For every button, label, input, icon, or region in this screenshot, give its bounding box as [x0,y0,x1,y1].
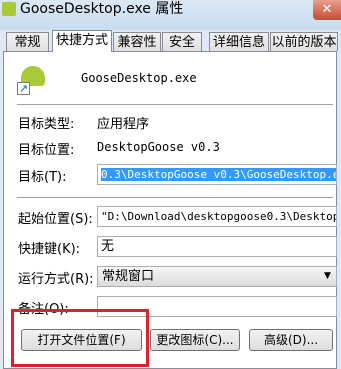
hotkey-label: 快捷键(K): [18,242,81,257]
chevron-down-icon: ▼ [324,271,331,281]
divider [17,197,333,198]
advanced-button[interactable]: 高级(D)... [249,329,333,351]
tab-security[interactable]: 安全 [162,32,202,51]
target-label: 目标(T): [18,170,67,185]
target-location-label: 目标位置: [18,143,75,158]
run-select-value: 常规窗口 [102,269,155,284]
title-bar[interactable]: GooseDesktop.exe 属性 ✕ [0,0,341,30]
target-type-label: 目标类型: [18,117,75,132]
window-title: GooseDesktop.exe 属性 [20,1,184,17]
goose-app-icon-large: ↗ [17,64,49,96]
tab-shortcut[interactable]: 快捷方式 [52,30,112,52]
close-button[interactable]: ✕ [313,0,341,20]
shortcut-arrow-icon: ↗ [17,82,30,95]
tab-bar: 常规 快捷方式 兼容性 安全 详细信息 以前的版本 [0,30,341,52]
target-input-text: 0.3\DesktopGoose v0.3\GooseDesktop.exe" [101,168,336,181]
target-input[interactable]: 0.3\DesktopGoose v0.3\GooseDesktop.exe" [97,164,337,185]
tab-details[interactable]: 详细信息 [209,32,269,51]
highlight-annotation [11,309,149,367]
target-location-value: DesktopGoose v0.3 [97,140,220,154]
start-in-input[interactable]: "D:\Download\desktopgoose0.3\DesktopGoo [97,206,337,227]
file-name: GooseDesktop.exe [81,71,197,85]
tab-previous-versions[interactable]: 以前的版本 [270,32,338,51]
divider [17,104,333,105]
start-in-label: 起始位置(S): [18,212,93,227]
hotkey-input[interactable]: 无 [97,236,337,257]
tab-compatibility[interactable]: 兼容性 [113,32,161,51]
target-type-value: 应用程序 [97,117,150,132]
change-icon-button[interactable]: 更改图标(C)... [150,329,240,351]
goose-app-icon [2,2,16,16]
run-label: 运行方式(R): [18,272,94,287]
tab-general[interactable]: 常规 [6,32,49,51]
run-select[interactable]: 常规窗口 ▼ [97,266,337,287]
